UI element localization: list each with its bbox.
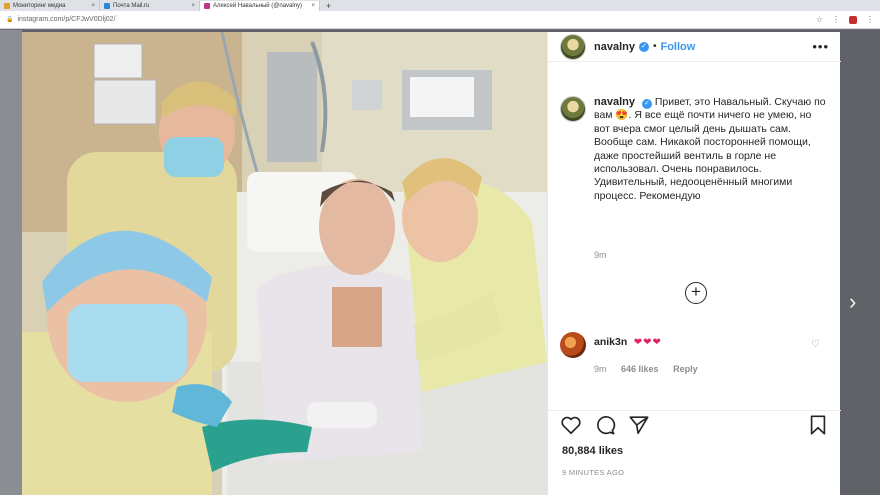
- reply-button[interactable]: Reply: [673, 364, 698, 374]
- hospital-photo-illustration: [22, 32, 547, 495]
- share-icon[interactable]: [628, 414, 650, 436]
- browser-tab-mail[interactable]: Почта Mail.ru ×: [100, 1, 200, 11]
- browser-tools: ☆ ⋮ ⋮: [816, 15, 874, 24]
- comment-body: anik3n ❤❤❤ 9m 646 likes Reply: [594, 332, 710, 374]
- browser-toolbar: 🔒 instagram.com/p/CFJwV0Dlj02/ ☆ ⋮ ⋮: [0, 11, 880, 29]
- bookmark-icon[interactable]: [807, 414, 829, 436]
- commenter-username[interactable]: anik3n: [594, 336, 627, 348]
- tab-favicon-icon: [204, 3, 210, 9]
- post-modal: navalny ✓ • Follow ••• navalny ✓ Привет,…: [22, 32, 841, 495]
- separator-dot: •: [652, 41, 657, 52]
- comment-item: anik3n ❤❤❤ 9m 646 likes Reply: [560, 332, 830, 374]
- follow-button[interactable]: Follow: [660, 41, 695, 53]
- extension-icon[interactable]: [849, 15, 857, 24]
- avatar[interactable]: [560, 33, 586, 60]
- tab-favicon-icon: [104, 3, 110, 9]
- close-tab-icon[interactable]: ×: [311, 3, 315, 9]
- load-more-comments-button[interactable]: +: [685, 282, 707, 304]
- browser-tab-monitoring[interactable]: Мониторинг медиа ×: [0, 1, 100, 11]
- commenter-avatar[interactable]: [560, 332, 586, 358]
- comment-time: 9m: [594, 364, 607, 374]
- caption-timestamp: 9m: [594, 250, 607, 260]
- post-actions: [548, 410, 841, 438]
- comment-like-heart-icon[interactable]: ♡: [811, 339, 820, 350]
- comment-likes[interactable]: 646 likes: [621, 364, 659, 374]
- address-bar[interactable]: 🔒 instagram.com/p/CFJwV0Dlj02/: [6, 13, 816, 26]
- post-timestamp: 9 MINUTES AGO: [562, 468, 625, 477]
- star-icon[interactable]: ☆: [816, 15, 823, 24]
- more-options-icon[interactable]: •••: [812, 39, 829, 54]
- header-username[interactable]: navalny: [594, 41, 635, 53]
- caption-username[interactable]: navalny: [594, 96, 635, 108]
- comment-icon[interactable]: [594, 414, 616, 436]
- tab-label: Почта Mail.ru: [113, 3, 150, 9]
- new-tab-button[interactable]: +: [320, 1, 337, 11]
- tab-label: Мониторинг медиа: [13, 3, 66, 9]
- post-header: navalny ✓ • Follow •••: [548, 32, 841, 62]
- chevron-right-icon[interactable]: ›: [849, 291, 869, 313]
- caption-text-block: navalny ✓ Привет, это Навальный. Скучаю …: [594, 96, 830, 203]
- post-side-panel: navalny ✓ • Follow ••• navalny ✓ Привет,…: [547, 32, 841, 495]
- menu-icon[interactable]: ⋮: [832, 15, 840, 24]
- tab-favicon-icon: [4, 3, 10, 9]
- verified-badge-icon: ✓: [641, 99, 652, 109]
- post-photo[interactable]: [22, 32, 547, 495]
- browser-tab-instagram[interactable]: Алексей Навальный (@navalny) ×: [200, 1, 320, 11]
- lock-icon: 🔒: [6, 17, 14, 23]
- url-text: instagram.com/p/CFJwV0Dlj02/: [17, 16, 116, 23]
- close-tab-icon[interactable]: ×: [191, 3, 195, 9]
- browser-tab-bar: Мониторинг медиа × Почта Mail.ru × Алекс…: [0, 0, 880, 11]
- overflow-icon[interactable]: ⋮: [866, 15, 874, 24]
- post-caption: navalny ✓ Привет, это Навальный. Скучаю …: [560, 96, 830, 203]
- close-tab-icon[interactable]: ×: [91, 3, 95, 9]
- comment-text: ❤❤❤: [633, 337, 662, 348]
- heart-icon[interactable]: [560, 414, 582, 436]
- caption-avatar[interactable]: [560, 96, 586, 122]
- comment-meta: 9m 646 likes Reply: [594, 364, 710, 374]
- verified-badge-icon: ✓: [638, 41, 649, 52]
- backdrop-left-strip: [0, 30, 22, 495]
- likes-count[interactable]: 80,884 likes: [562, 445, 623, 457]
- page-backdrop: navalny ✓ • Follow ••• navalny ✓ Привет,…: [0, 30, 880, 495]
- tab-label: Алексей Навальный (@navalny): [213, 3, 303, 9]
- caption-text: Привет, это Навальный. Скучаю по вам 😍. …: [594, 96, 826, 202]
